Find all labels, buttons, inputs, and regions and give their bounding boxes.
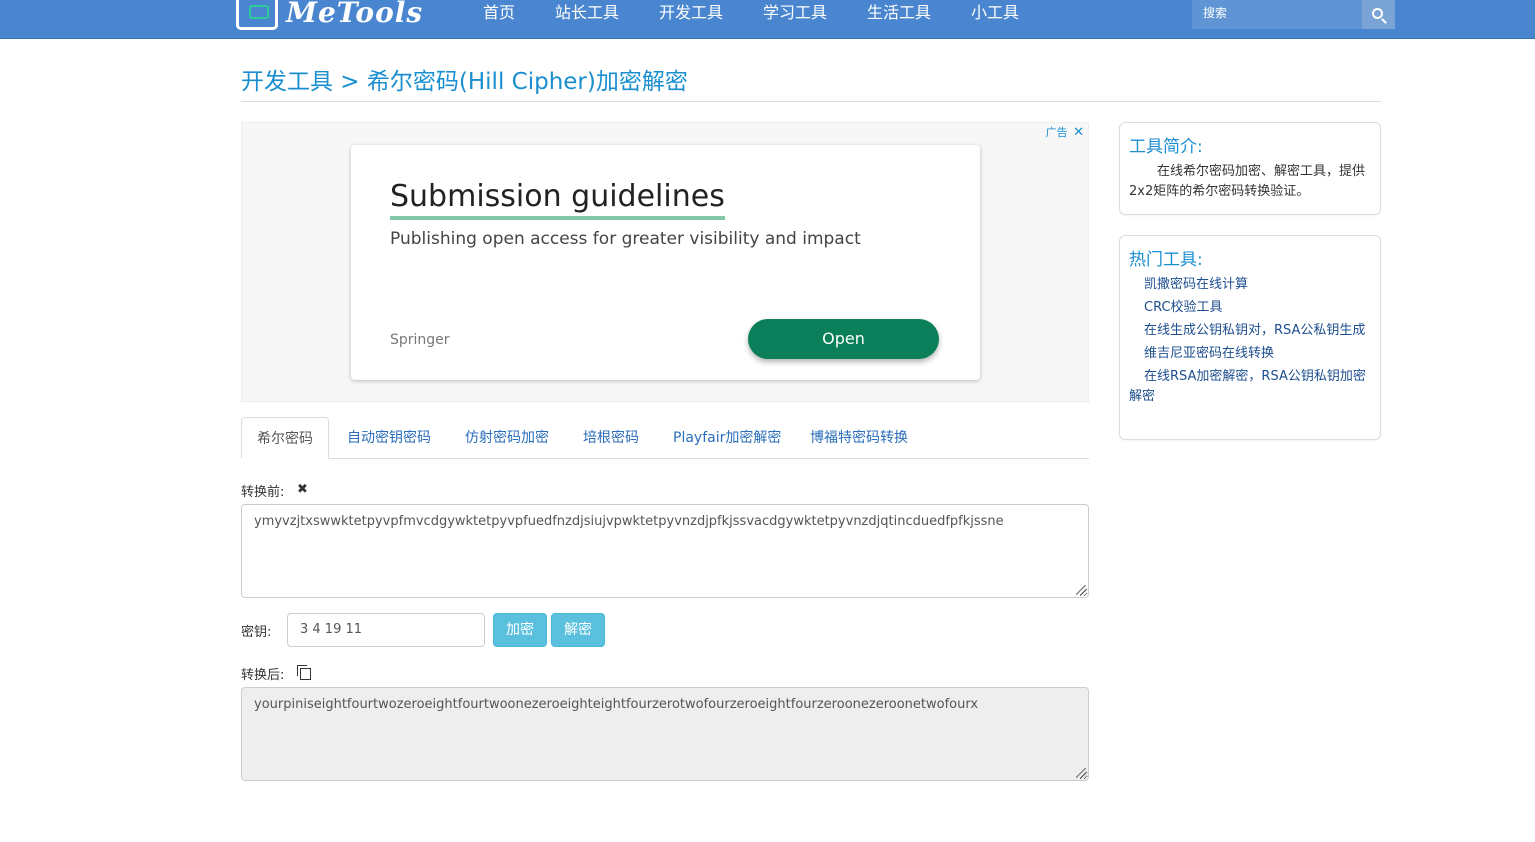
ad-subtitle: Publishing open access for greater visib… <box>390 229 861 249</box>
nav-item-home[interactable]: 首页 <box>483 4 515 22</box>
tab-autokey-cipher[interactable]: 自动密钥密码 <box>347 417 431 459</box>
hot-link-crc[interactable]: CRC校验工具 <box>1129 298 1373 318</box>
hot-tools-title: 热门工具: <box>1129 250 1203 270</box>
input-label: 转换前: <box>241 485 285 500</box>
page-title: 开发工具 > 希尔密码(Hill Cipher)加密解密 <box>241 69 688 95</box>
ciphertext-output[interactable]: yourpiniseightfourtwozeroeightfourtwoone… <box>241 687 1089 781</box>
copy-icon[interactable] <box>297 665 311 680</box>
tab-beaufort-cipher[interactable]: 博福特密码转换 <box>810 417 908 459</box>
output-label: 转换后: <box>241 668 285 683</box>
encrypt-button[interactable]: 加密 <box>493 613 547 647</box>
resize-handle[interactable] <box>1076 585 1086 595</box>
key-label: 密钥: <box>241 625 272 640</box>
ad-brand: Springer <box>390 332 450 348</box>
hot-link-caesar[interactable]: 凯撒密码在线计算 <box>1129 275 1373 295</box>
ad-headline[interactable]: Submission guidelines <box>390 178 725 220</box>
title-divider <box>241 101 1381 102</box>
hot-link-rsa-encrypt[interactable]: 在线RSA加密解密，RSA公钥私钥加密解密 <box>1129 367 1373 407</box>
plaintext-value: ymyvzjtxswwktetpyvpfmvcdgywktetpyvpfuedf… <box>254 514 1004 529</box>
search-icon <box>1372 8 1383 19</box>
hot-link-vigenere[interactable]: 维吉尼亚密码在线转换 <box>1129 344 1373 364</box>
intro-text: 在线希尔密码加密、解密工具，提供2x2矩阵的希尔密码转换验证。 <box>1129 164 1366 199</box>
tab-bacon-cipher[interactable]: 培根密码 <box>583 417 639 459</box>
search-input[interactable]: 搜索 <box>1192 0 1362 29</box>
site-logo[interactable]: MeTools <box>236 0 423 30</box>
close-icon[interactable]: ✕ <box>1073 125 1084 140</box>
nav-item-webmaster-tools[interactable]: 站长工具 <box>555 4 619 22</box>
tab-playfair-cipher[interactable]: Playfair加密解密 <box>673 417 781 459</box>
intro-panel: 工具简介: 在线希尔密码加密、解密工具，提供2x2矩阵的希尔密码转换验证。 <box>1119 122 1381 215</box>
hot-link-rsa-keygen[interactable]: 在线生成公钥私钥对，RSA公私钥生成 <box>1129 321 1373 341</box>
logo-toolbox-icon <box>236 0 278 30</box>
output-value: yourpiniseightfourtwozeroeightfourtwoone… <box>254 697 979 712</box>
nav-item-learning-tools[interactable]: 学习工具 <box>763 4 827 22</box>
hot-tools-panel: 热门工具: 凯撒密码在线计算 CRC校验工具 在线生成公钥私钥对，RSA公私钥生… <box>1119 235 1381 440</box>
resize-handle[interactable] <box>1076 768 1086 778</box>
nav-item-dev-tools[interactable]: 开发工具 <box>659 4 723 22</box>
key-input[interactable]: 3 4 19 11 <box>287 613 485 647</box>
intro-title: 工具简介: <box>1129 137 1203 157</box>
search-button[interactable] <box>1362 0 1395 29</box>
decrypt-button[interactable]: 解密 <box>551 613 605 647</box>
ad-open-button[interactable]: Open <box>748 319 939 359</box>
ad-banner[interactable]: 广告 ✕ Submission guidelines Publishing op… <box>241 122 1089 402</box>
ad-label[interactable]: 广告 ✕ <box>1046 124 1084 140</box>
cipher-tabs: 希尔密码 自动密钥密码 仿射密码加密 培根密码 Playfair加密解密 博福特… <box>241 417 1089 459</box>
hot-tools-list: 凯撒密码在线计算 CRC校验工具 在线生成公钥私钥对，RSA公私钥生成 维吉尼亚… <box>1129 275 1373 410</box>
nav-item-small-tools[interactable]: 小工具 <box>971 4 1019 22</box>
tab-affine-cipher[interactable]: 仿射密码加密 <box>465 417 549 459</box>
ad-label-text: 广告 <box>1045 126 1068 139</box>
tab-hill-cipher[interactable]: 希尔密码 <box>241 417 329 459</box>
ad-card[interactable]: Submission guidelines Publishing open ac… <box>351 145 980 380</box>
logo-text: MeTools <box>286 0 424 29</box>
nav-item-life-tools[interactable]: 生活工具 <box>867 4 931 22</box>
clear-icon[interactable]: ✖ <box>297 482 308 497</box>
plaintext-input[interactable]: ymyvzjtxswwktetpyvpfmvcdgywktetpyvpfuedf… <box>241 504 1089 598</box>
top-navbar: MeTools 首页 站长工具 开发工具 学习工具 生活工具 小工具 搜索 <box>0 0 1535 39</box>
